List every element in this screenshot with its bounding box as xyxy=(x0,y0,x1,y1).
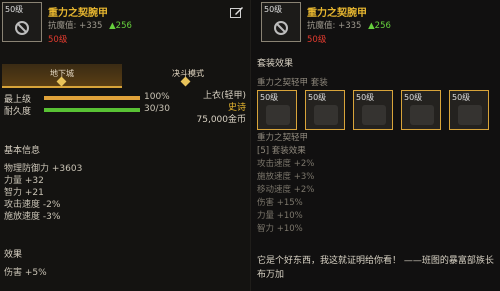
set-slot-row: 50级 50级 50级 50级 50级 xyxy=(257,90,497,130)
set-bonus-line: 移动速度 +2% xyxy=(257,185,315,195)
slot-level-tag: 50级 xyxy=(404,93,423,102)
stat-increase: ▲256 xyxy=(109,21,132,31)
item-tooltip-left: 50级 重力之契腕甲 抗魔值: +335 ▲256 50级 地下城 决斗模式 最… xyxy=(0,0,250,291)
level-requirement: 50级 xyxy=(307,35,327,45)
item-header: 50级 重力之契腕甲 抗魔值: +335 ▲256 50级 xyxy=(2,2,248,45)
set-slot[interactable]: 50级 xyxy=(449,90,489,130)
tab-duel-label: 决斗模式 xyxy=(172,69,204,78)
item-stat-line: 抗魔值: +335 ▲256 xyxy=(48,19,132,31)
equip-rarity: 史诗 xyxy=(227,103,246,113)
equip-info: 上衣(轻甲) 史诗 75,000金币 xyxy=(156,90,247,126)
basic-stat: 施放速度 -3% xyxy=(4,212,61,222)
stat-label: 抗魔值: xyxy=(48,21,77,31)
basic-stat: 物理防御力 +3603 xyxy=(4,164,83,174)
set-effect-list: 重力之契轻甲 [5] 套装效果 攻击速度 +2% 施放速度 +3% 移动速度 +… xyxy=(257,132,487,236)
stat-value: +335 xyxy=(79,21,103,31)
item-name: 重力之契腕甲 xyxy=(307,8,367,19)
armor-icon xyxy=(458,105,482,125)
durability-bar xyxy=(44,108,140,112)
set-slot[interactable]: 50级 xyxy=(401,90,441,130)
mode-tabs: 地下城 决斗模式 xyxy=(0,64,250,88)
durability-bar-fill xyxy=(44,108,140,112)
basic-stat: 力量 +32 xyxy=(4,176,44,186)
armor-icon xyxy=(410,105,434,125)
item-level-tag: 50级 xyxy=(5,5,24,14)
slot-level-tag: 50级 xyxy=(308,93,327,102)
armor-icon xyxy=(266,105,290,125)
equip-slot: 上衣(轻甲) xyxy=(202,91,246,101)
locked-icon xyxy=(15,21,29,35)
item-icon[interactable]: 50级 xyxy=(261,2,301,42)
tab-dungeon[interactable]: 地下城 xyxy=(2,64,122,88)
edit-icon[interactable] xyxy=(230,6,244,18)
item-tooltip-right: 50级 重力之契腕甲 抗魔值: +335 ▲256 50级 套装效果 重力之契轻… xyxy=(250,0,500,291)
armor-icon xyxy=(362,105,386,125)
equip-price: 75,000金币 xyxy=(196,115,247,125)
stat-label: 抗魔值: xyxy=(307,21,336,31)
basic-stat: 攻击速度 -2% xyxy=(4,200,61,210)
armor-icon xyxy=(314,105,338,125)
set-bonus-line: 力量 +10% xyxy=(257,211,303,221)
slot-level-tag: 50级 xyxy=(260,93,279,102)
locked-icon xyxy=(274,21,288,35)
stat-value: +335 xyxy=(338,21,362,31)
set-slot[interactable]: 50级 xyxy=(305,90,345,130)
basic-info-title: 基本信息 xyxy=(4,146,41,156)
slot-level-tag: 50级 xyxy=(356,93,375,102)
grade-bar-fill xyxy=(44,96,140,100)
item-icon[interactable]: 50级 xyxy=(2,2,42,42)
flavor-text: 它是个好东西，我这就证明给你看！ ——班图的暴富部族长布万加 xyxy=(257,256,494,280)
item-stat-line: 抗魔值: +335 ▲256 xyxy=(307,19,391,31)
effect-title: 效果 xyxy=(4,250,23,260)
set-bonus-header: [5] 套装效果 xyxy=(257,146,306,156)
set-effect-title: 套装效果 xyxy=(257,59,294,69)
set-bonus-line: 攻击速度 +2% xyxy=(257,159,315,169)
set-name-header: 重力之契轻甲 套装 xyxy=(257,78,328,88)
slot-level-tag: 50级 xyxy=(452,93,471,102)
set-slot[interactable]: 50级 xyxy=(353,90,393,130)
set-piece-name: 重力之契轻甲 xyxy=(257,133,309,143)
basic-stat: 智力 +21 xyxy=(4,188,44,198)
grade-bar xyxy=(44,96,140,100)
stat-increase: ▲256 xyxy=(368,21,391,31)
effect-list: 伤害 +5% xyxy=(4,267,204,279)
item-name: 重力之契腕甲 xyxy=(48,8,108,19)
set-bonus-line: 伤害 +15% xyxy=(257,198,303,208)
durability-label: 耐久度 xyxy=(4,107,32,117)
set-slot[interactable]: 50级 xyxy=(257,90,297,130)
item-level-tag: 50级 xyxy=(264,5,283,14)
level-requirement: 50级 xyxy=(48,35,68,45)
set-bonus-line: 施放速度 +3% xyxy=(257,172,315,182)
item-header: 50级 重力之契腕甲 抗魔值: +335 ▲256 50级 xyxy=(253,2,498,45)
basic-stat-list: 物理防御力 +3603 力量 +32 智力 +21 攻击速度 -2% 施放速度 … xyxy=(4,163,204,223)
tab-duel[interactable]: 决斗模式 xyxy=(128,64,248,88)
set-bonus-line: 智力 +10% xyxy=(257,224,303,234)
effect-line: 伤害 +5% xyxy=(4,268,47,278)
